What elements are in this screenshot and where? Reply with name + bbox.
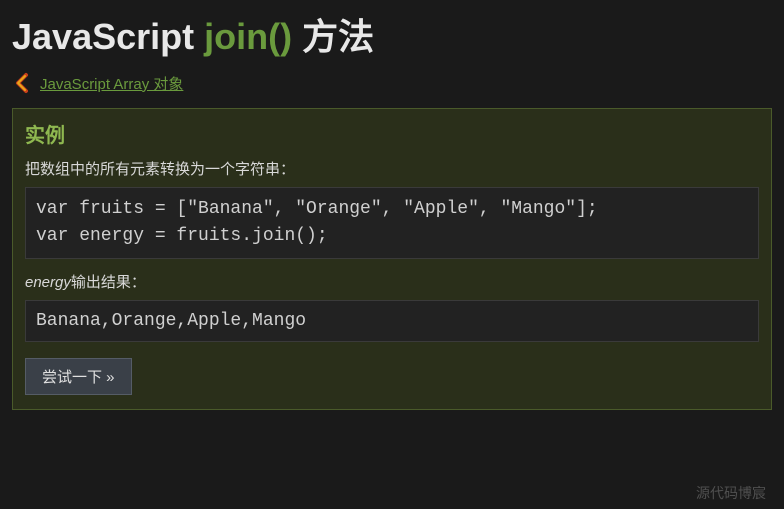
title-prefix: JavaScript [12, 16, 204, 57]
back-arrow-icon [12, 72, 34, 94]
watermark: 源代码博宸 [696, 483, 766, 503]
try-it-button[interactable]: 尝试一下 » [25, 358, 132, 395]
breadcrumb-link[interactable]: JavaScript Array 对象 [40, 73, 183, 94]
output-block: Banana,Orange,Apple,Mango [25, 300, 759, 342]
breadcrumb: JavaScript Array 对象 [12, 72, 772, 94]
example-description: 把数组中的所有元素转换为一个字符串： [25, 158, 759, 179]
output-label-suffix: 输出结果： [71, 274, 146, 291]
output-var-name: energy [25, 274, 71, 291]
title-method: join() [204, 16, 292, 57]
example-box: 实例 把数组中的所有元素转换为一个字符串： var fruits = ["Ban… [12, 108, 772, 410]
title-suffix: 方法 [292, 16, 374, 57]
code-block: var fruits = ["Banana", "Orange", "Apple… [25, 187, 759, 259]
example-title: 实例 [25, 119, 759, 148]
page-title: JavaScript join() 方法 [12, 8, 772, 60]
output-label: energy输出结果： [25, 271, 759, 292]
